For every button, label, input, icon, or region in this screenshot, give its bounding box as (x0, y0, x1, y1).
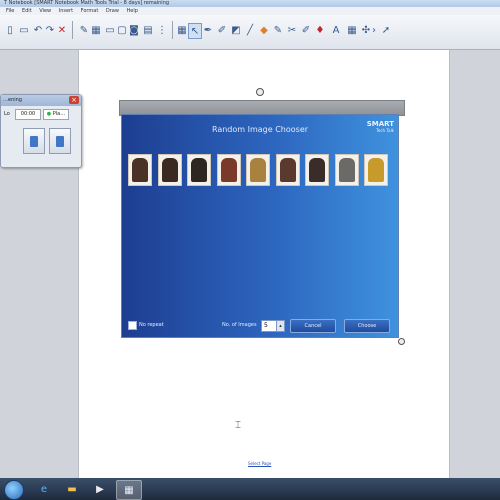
redo-icon[interactable]: ↷ (44, 23, 56, 37)
undo-icon[interactable]: ↶ (32, 23, 44, 37)
image-thumbnail[interactable] (275, 154, 300, 186)
window-titlebar: T Notebook [SMART Notebook Math Tools Tr… (0, 0, 500, 7)
menu-draw[interactable]: Draw (106, 7, 119, 15)
menu-view[interactable]: View (39, 7, 51, 15)
image-thumbnail[interactable] (157, 154, 182, 186)
capture-icon[interactable]: ▢ (116, 23, 128, 37)
num-images-label: No. of Images (222, 322, 257, 328)
table-tool-icon[interactable]: ▦ (346, 23, 358, 37)
magic-pen-icon[interactable]: ✎ (272, 23, 284, 37)
window-title: T Notebook [SMART Notebook Math Tools Tr… (4, 0, 170, 6)
toolbar: ▯ ▭ ↶ ↷ ✕ ✎ ▦ ▭ ▢ ◙ ▤ ⋮ ▦ ↖ ✒ ✐ ◩ ╱ ◆ ✎ … (0, 15, 500, 50)
portrait-icon (220, 158, 237, 182)
status-dot-icon: ● (46, 111, 52, 117)
image-thumbnail[interactable] (246, 154, 270, 186)
page-icon[interactable]: ▯ (4, 23, 16, 37)
right-sidebar (448, 50, 500, 478)
ie-icon[interactable]: e (32, 480, 56, 498)
properties-icon[interactable]: ♦ (314, 23, 326, 37)
taskbar: e ▬ ▶ ▦ (0, 478, 500, 500)
more-icon[interactable]: › (368, 23, 380, 37)
choose-button[interactable]: Choose (344, 319, 390, 333)
rotate-handle[interactable] (256, 88, 264, 96)
portrait-icon (279, 158, 296, 182)
portrait-icon (132, 158, 148, 182)
creative-pen-icon[interactable]: ✐ (216, 23, 228, 37)
menu-bar: File Edit View Insert Format Draw Help (0, 7, 500, 15)
image-thumbnail[interactable] (128, 154, 152, 186)
folder-icon[interactable]: ▬ (60, 480, 84, 498)
grid-icon[interactable]: ▦ (176, 23, 188, 37)
no-repeat-label: No repeat (139, 322, 164, 328)
floating-widget[interactable]: …ening × Lo 00:00 ● Pla… (0, 94, 82, 168)
mouse-cursor-icon: ⌶ (235, 420, 241, 431)
align-icon[interactable]: ⋮ (156, 23, 168, 37)
screen-shade-icon[interactable]: ▦ (90, 23, 102, 37)
image-thumbnail[interactable] (187, 154, 211, 186)
line-icon[interactable]: ╱ (244, 23, 256, 37)
widget-row-label: Lo (4, 111, 10, 117)
image-thumbnail[interactable] (334, 154, 359, 186)
text-icon[interactable]: ✐ (300, 23, 312, 37)
display-icon[interactable]: ▭ (104, 23, 116, 37)
start-button[interactable] (4, 480, 24, 500)
select-page-link[interactable]: Select Page (248, 461, 271, 466)
open-icon[interactable]: ▭ (18, 23, 30, 37)
gadget-title: Random Image Chooser (211, 125, 309, 134)
toolbar-divider (72, 21, 73, 39)
widget-button-1[interactable] (23, 128, 45, 154)
delete-icon[interactable]: ✕ (56, 23, 68, 37)
widget-title: …ening (3, 97, 22, 103)
select-icon[interactable]: ↖ (188, 23, 202, 39)
media-icon[interactable]: ▶ (88, 480, 112, 498)
portrait-icon (250, 158, 266, 182)
document-icon (30, 135, 38, 147)
menu-insert[interactable]: Insert (59, 7, 73, 15)
menu-file[interactable]: File (6, 7, 14, 15)
widget-value: 00:00 (15, 109, 41, 120)
widget-button-2[interactable] (49, 128, 71, 154)
close-icon[interactable]: × (69, 96, 79, 104)
gadget-controls: No repeat No. of Images 5 ▴ Cancel Choos… (122, 319, 398, 333)
document-camera-icon[interactable]: ◙ (128, 23, 140, 37)
portrait-icon (161, 158, 178, 182)
toolbar-divider (172, 21, 173, 39)
image-thumbnail[interactable] (305, 154, 329, 186)
portrait-icon (309, 158, 325, 182)
menu-format[interactable]: Format (81, 7, 99, 15)
image-thumbnail[interactable] (216, 154, 241, 186)
image-thumbnail[interactable] (364, 154, 388, 186)
move-toolbar-icon[interactable]: ➚ (380, 23, 392, 37)
portrait-icon (368, 158, 384, 182)
fill-icon[interactable]: ✂ (286, 23, 298, 37)
random-image-chooser[interactable]: Random Image Chooser SMART Tech Talk No r… (121, 114, 399, 338)
no-repeat-checkbox[interactable] (128, 321, 137, 330)
resize-handle[interactable] (398, 338, 405, 345)
pen-icon[interactable]: ✎ (78, 23, 90, 37)
document-icon (56, 135, 64, 147)
notebook-icon[interactable]: ▦ (116, 480, 142, 500)
image-row (128, 154, 396, 188)
smart-logo: SMART Tech Talk (366, 120, 394, 133)
spinner-icon[interactable]: ▴ (276, 320, 285, 332)
cancel-button[interactable]: Cancel (290, 319, 336, 333)
portrait-icon (338, 158, 355, 182)
widget-status: ● Pla… (43, 109, 69, 120)
portrait-icon (191, 158, 207, 182)
menu-help[interactable]: Help (127, 7, 138, 15)
text-tool-icon[interactable]: A (330, 23, 342, 37)
shapes-icon[interactable]: ◆ (258, 23, 270, 37)
pen-tool-icon[interactable]: ✒ (202, 23, 214, 37)
eraser-icon[interactable]: ◩ (230, 23, 242, 37)
table-icon[interactable]: ▤ (142, 23, 154, 37)
menu-edit[interactable]: Edit (22, 7, 32, 15)
widget-header[interactable]: …ening × (1, 95, 81, 106)
